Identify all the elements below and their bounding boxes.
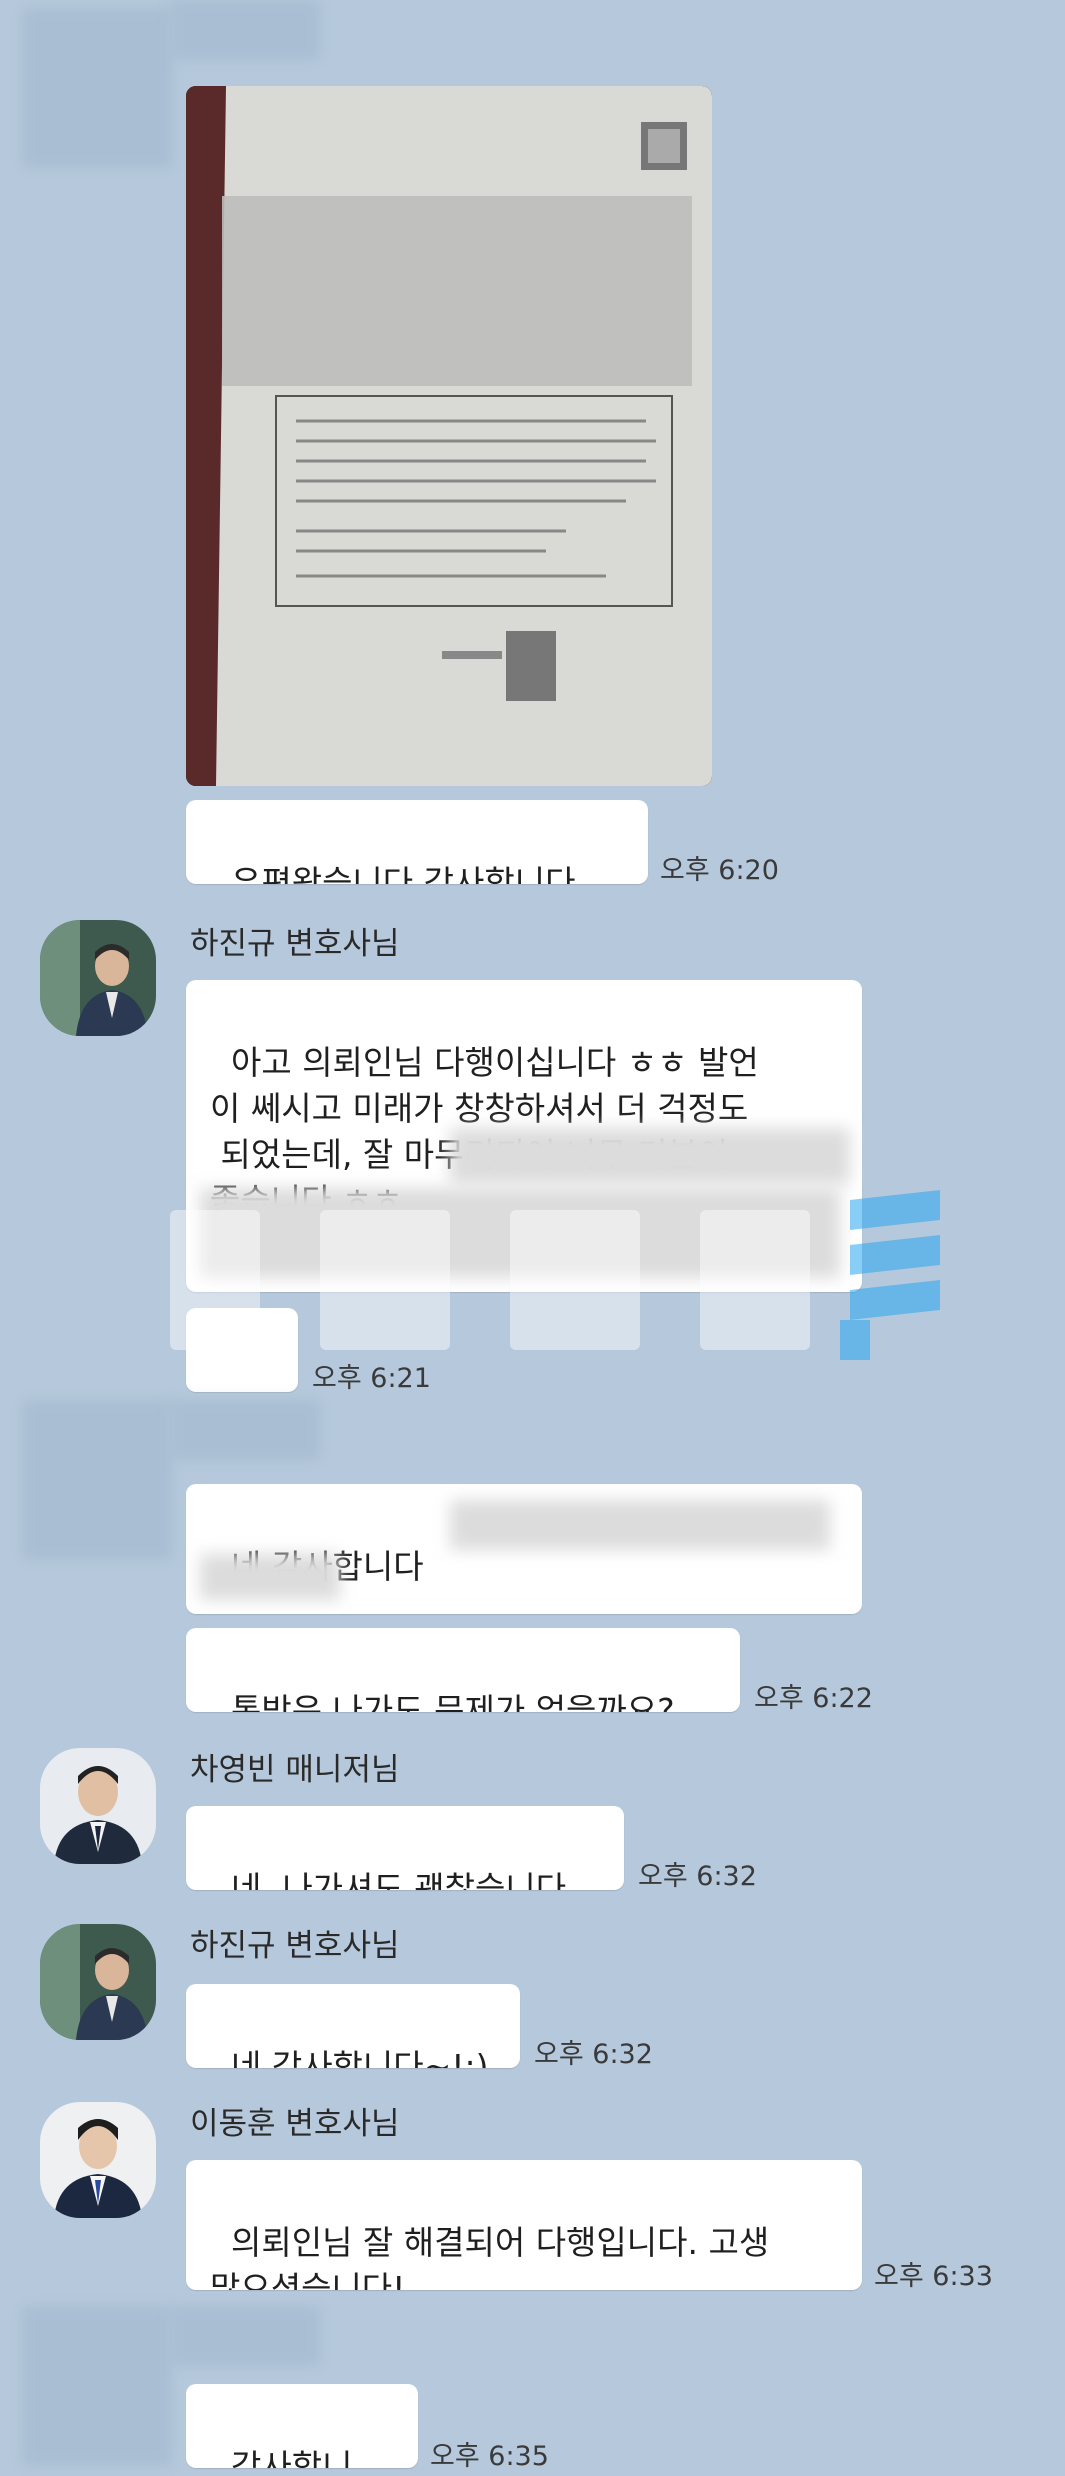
message-bubble: 톡방은 나가도 문제가 없을까요? — [186, 1628, 740, 1712]
message-time: 오후 6:21 — [312, 1363, 431, 1394]
message-time: 오후 6:20 — [660, 855, 779, 886]
document-photo[interactable] — [186, 86, 712, 786]
censored-text — [200, 1554, 340, 1600]
blurred-avatar — [22, 8, 172, 168]
message-text: 톡방은 나가도 문제가 없을까요? — [230, 1691, 675, 1712]
message-time: 오후 6:35 — [430, 2441, 549, 2472]
message-bubble: 감사합니다! — [186, 2384, 418, 2468]
profile-photo-icon — [40, 2102, 156, 2218]
message-time: 오후 6:33 — [874, 2261, 993, 2292]
blurred-avatar — [22, 2306, 172, 2466]
message-text: 감사합니다! — [230, 2447, 353, 2468]
sender-name: 하진규 변호사님 — [190, 1928, 400, 1964]
message-time: 오후 6:22 — [754, 1683, 873, 1714]
profile-photo-icon — [40, 1924, 156, 2040]
avatar[interactable] — [40, 2102, 156, 2218]
message-bubble: 우편왔습니다 감사합니다. — [186, 800, 648, 884]
sender-name: 이동훈 변호사님 — [190, 2106, 400, 2142]
message-text: 의뢰인님 잘 해결되어 다행입니다. 고생 많으셨습니다! — [210, 2223, 770, 2290]
message-text: 네 감사합니다~!:) — [230, 2047, 489, 2068]
message-time: 오후 6:32 — [638, 1861, 757, 1892]
profile-photo-icon — [40, 920, 156, 1036]
message-bubble: 네 나가셔도 괜찮습니다. — [186, 1806, 624, 1890]
message-text: 네 나가셔도 괜찮습니다. — [230, 1869, 577, 1890]
blurred-name — [170, 0, 320, 60]
censored-text — [200, 1188, 840, 1278]
message-bubble: ~!:) — [186, 1308, 298, 1392]
avatar[interactable] — [40, 1924, 156, 2040]
sender-name: 하진규 변호사님 — [190, 926, 400, 962]
message-bubble: 네 감사합니다~!:) — [186, 1984, 520, 2068]
sender-name: 차영빈 매니저님 — [190, 1752, 400, 1788]
blurred-name — [170, 1400, 320, 1460]
censored-text — [450, 1500, 830, 1550]
blurred-name — [170, 2306, 320, 2366]
message-bubble: 의뢰인님 잘 해결되어 다행입니다. 고생 많으셨습니다! — [186, 2160, 862, 2290]
message-text: 우편왔습니다 감사합니다. — [230, 863, 586, 884]
message-time: 오후 6:32 — [534, 2039, 653, 2070]
blurred-avatar — [22, 1400, 172, 1560]
avatar[interactable] — [40, 1748, 156, 1864]
censored-text — [450, 1128, 850, 1184]
document-photo-icon — [186, 86, 712, 786]
avatar[interactable] — [40, 920, 156, 1036]
profile-photo-icon — [40, 1748, 156, 1864]
